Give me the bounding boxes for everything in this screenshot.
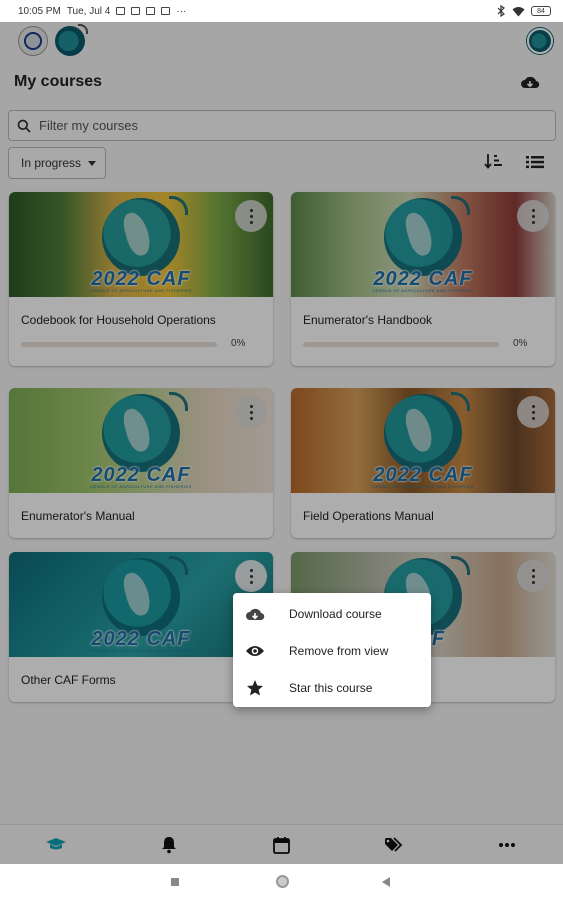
cloud-download-icon [245,604,265,624]
recent-apps-icon[interactable] [171,878,179,886]
status-overflow: ··· [176,5,187,17]
menu-item-star-course[interactable]: Star this course [233,669,431,706]
battery-icon: 84 [531,6,551,16]
menu-item-label: Remove from view [289,643,389,658]
menu-item-label: Download course [289,606,382,621]
back-icon[interactable] [382,877,390,887]
menu-item-remove-from-view[interactable]: Remove from view [233,632,431,669]
course-options-menu: Download course Remove from view Star th… [233,593,431,707]
notification-icon [116,7,126,15]
status-bar: 10:05 PM Tue, Jul 4 ··· 84 [0,0,563,22]
eye-icon [245,641,265,661]
message-icon [131,7,141,15]
menu-item-label: Star this course [289,680,373,695]
chat-icon [146,7,156,15]
bluetooth-icon [497,5,505,17]
menu-item-download-course[interactable]: Download course [233,595,431,632]
wifi-icon [512,6,525,16]
star-icon [245,678,265,698]
system-navigation-bar [0,864,563,900]
home-icon[interactable] [276,875,289,888]
modal-backdrop[interactable] [0,22,563,864]
storage-icon [161,7,171,15]
status-date: Tue, Jul 4 [66,5,111,17]
status-time: 10:05 PM [18,5,61,17]
